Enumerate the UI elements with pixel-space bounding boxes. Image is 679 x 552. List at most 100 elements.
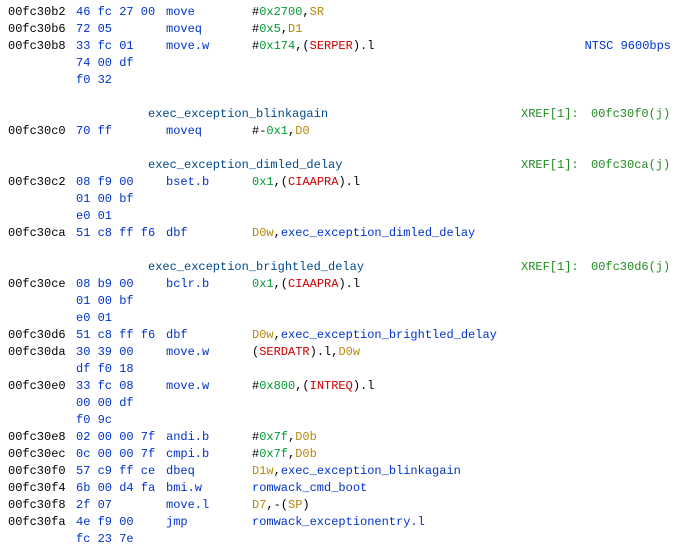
xref-target[interactable]: 00fc30d6(j) [591, 259, 671, 276]
operand-symbol[interactable]: exec_exception_blinkagain [281, 464, 461, 478]
operand-symbol[interactable]: exec_exception_brightled_delay [281, 328, 497, 342]
operand-punct: , [302, 5, 309, 19]
bytes: 33 fc 08 [76, 378, 166, 395]
operand-symbol[interactable]: SERDATR [259, 345, 309, 359]
operand-symbol[interactable]: SERPER [310, 39, 353, 53]
operand-punct: , [281, 22, 288, 36]
operand-register: D0w [338, 345, 360, 359]
operand-symbol[interactable]: INTREQ [310, 379, 353, 393]
operand-symbol[interactable]: CIAAPRA [288, 175, 338, 189]
address [8, 259, 76, 276]
xref-target[interactable]: 00fc30f0(j) [591, 106, 671, 123]
operands: 0x1,(CIAAPRA).l [252, 277, 360, 291]
operands: #0x2700,SR [252, 5, 324, 19]
listing-row [8, 89, 671, 106]
operands: #0x174,(SERPER).l [252, 39, 374, 53]
content: exec_exception_blinkagain [166, 106, 521, 123]
operands: #-0x1,D0 [252, 124, 310, 138]
bytes: 00 00 df [76, 395, 166, 412]
address: 00fc30e0 [8, 378, 76, 395]
listing-row: 74 00 df [8, 55, 671, 72]
operand-immediate: 0x7f [259, 430, 288, 444]
xref-label [521, 395, 591, 412]
xref-target [591, 208, 671, 225]
xref-label [521, 4, 591, 21]
address: 00fc30c0 [8, 123, 76, 140]
code-label[interactable]: exec_exception_blinkagain [148, 106, 328, 123]
operand-symbol[interactable]: romwack_exceptionentry.l [252, 515, 425, 529]
operand-register: D0w [252, 226, 274, 240]
xref-label [521, 361, 591, 378]
operand-symbol[interactable]: CIAAPRA [288, 277, 338, 291]
content: bset.b0x1,(CIAAPRA).l [166, 174, 521, 191]
bytes: 51 c8 ff f6 [76, 327, 166, 344]
operands: #0x7f,D0b [252, 430, 317, 444]
xref-label [521, 242, 591, 259]
listing-row: 00fc30fa4e f9 00jmpromwack_exceptionentr… [8, 514, 671, 531]
listing-row [8, 242, 671, 259]
address [8, 191, 76, 208]
content: dbeqD1w,exec_exception_blinkagain [166, 463, 521, 480]
xref-target [591, 174, 671, 191]
operands: D1w,exec_exception_blinkagain [252, 464, 461, 478]
address: 00fc30c2 [8, 174, 76, 191]
operand-punct: ) [302, 498, 309, 512]
mnemonic: bset.b [166, 174, 252, 191]
xref-target [591, 327, 671, 344]
mnemonic: cmpi.b [166, 446, 252, 463]
xref-target[interactable]: 00fc30ca(j) [591, 157, 671, 174]
operand-punct: ).l [338, 277, 360, 291]
xref-target [591, 378, 671, 395]
xref-label [521, 123, 591, 140]
listing-row: f0 9c [8, 412, 671, 429]
xref-label [521, 429, 591, 446]
operands: #0x7f,D0b [252, 447, 317, 461]
address: 00fc30b2 [8, 4, 76, 21]
content [166, 531, 521, 548]
bytes: 0c 00 00 7f [76, 446, 166, 463]
listing-row: 00fc30d651 c8 ff f6dbfD0w,exec_exception… [8, 327, 671, 344]
operand-symbol[interactable]: exec_exception_dimled_delay [281, 226, 475, 240]
address: 00fc30f0 [8, 463, 76, 480]
operand-punct: ).l [353, 39, 375, 53]
bytes: 57 c9 ff ce [76, 463, 166, 480]
mnemonic: dbeq [166, 463, 252, 480]
bytes: 2f 07 [76, 497, 166, 514]
xref-label [521, 140, 591, 157]
operand-punct: ).l, [310, 345, 339, 359]
mnemonic: moveq [166, 21, 252, 38]
xref-target [591, 276, 671, 293]
listing-row: e0 01 [8, 208, 671, 225]
operand-register: D7 [252, 498, 266, 512]
xref-label [521, 378, 591, 395]
operand-punct: ,-( [266, 498, 288, 512]
operand-register: D0b [295, 447, 317, 461]
bytes: 02 00 00 7f [76, 429, 166, 446]
mnemonic: moveq [166, 123, 252, 140]
label-row: exec_exception_brightled_delayXREF[1]:00… [8, 259, 671, 276]
operand-register: D0 [295, 124, 309, 138]
address [8, 72, 76, 89]
operands: D7,-(SP) [252, 498, 310, 512]
xref-label [521, 480, 591, 497]
content [166, 72, 521, 89]
listing-row: 00fc30b672 05moveq#0x5,D1 [8, 21, 671, 38]
xref-target [591, 191, 671, 208]
content: moveq#0x5,D1 [166, 21, 521, 38]
operand-symbol[interactable]: romwack_cmd_boot [252, 481, 367, 495]
operand-register: D1w [252, 464, 274, 478]
operand-immediate: 0x174 [259, 39, 295, 53]
listing-row: 00fc30b833 fc 01move.w#0x174,(SERPER).lN… [8, 38, 671, 55]
content [166, 208, 521, 225]
code-label[interactable]: exec_exception_dimled_delay [148, 157, 342, 174]
bytes: 08 f9 00 [76, 174, 166, 191]
address: 00fc30ec [8, 446, 76, 463]
listing-row: 00fc30ce08 b9 00bclr.b0x1,(CIAAPRA).l [8, 276, 671, 293]
xref-target [591, 21, 671, 38]
code-label[interactable]: exec_exception_brightled_delay [148, 259, 364, 276]
bytes: 01 00 bf [76, 191, 166, 208]
listing-row: 00 00 df [8, 395, 671, 412]
operand-register: SP [288, 498, 302, 512]
content [166, 310, 521, 327]
content: move#0x2700,SR [166, 4, 521, 21]
